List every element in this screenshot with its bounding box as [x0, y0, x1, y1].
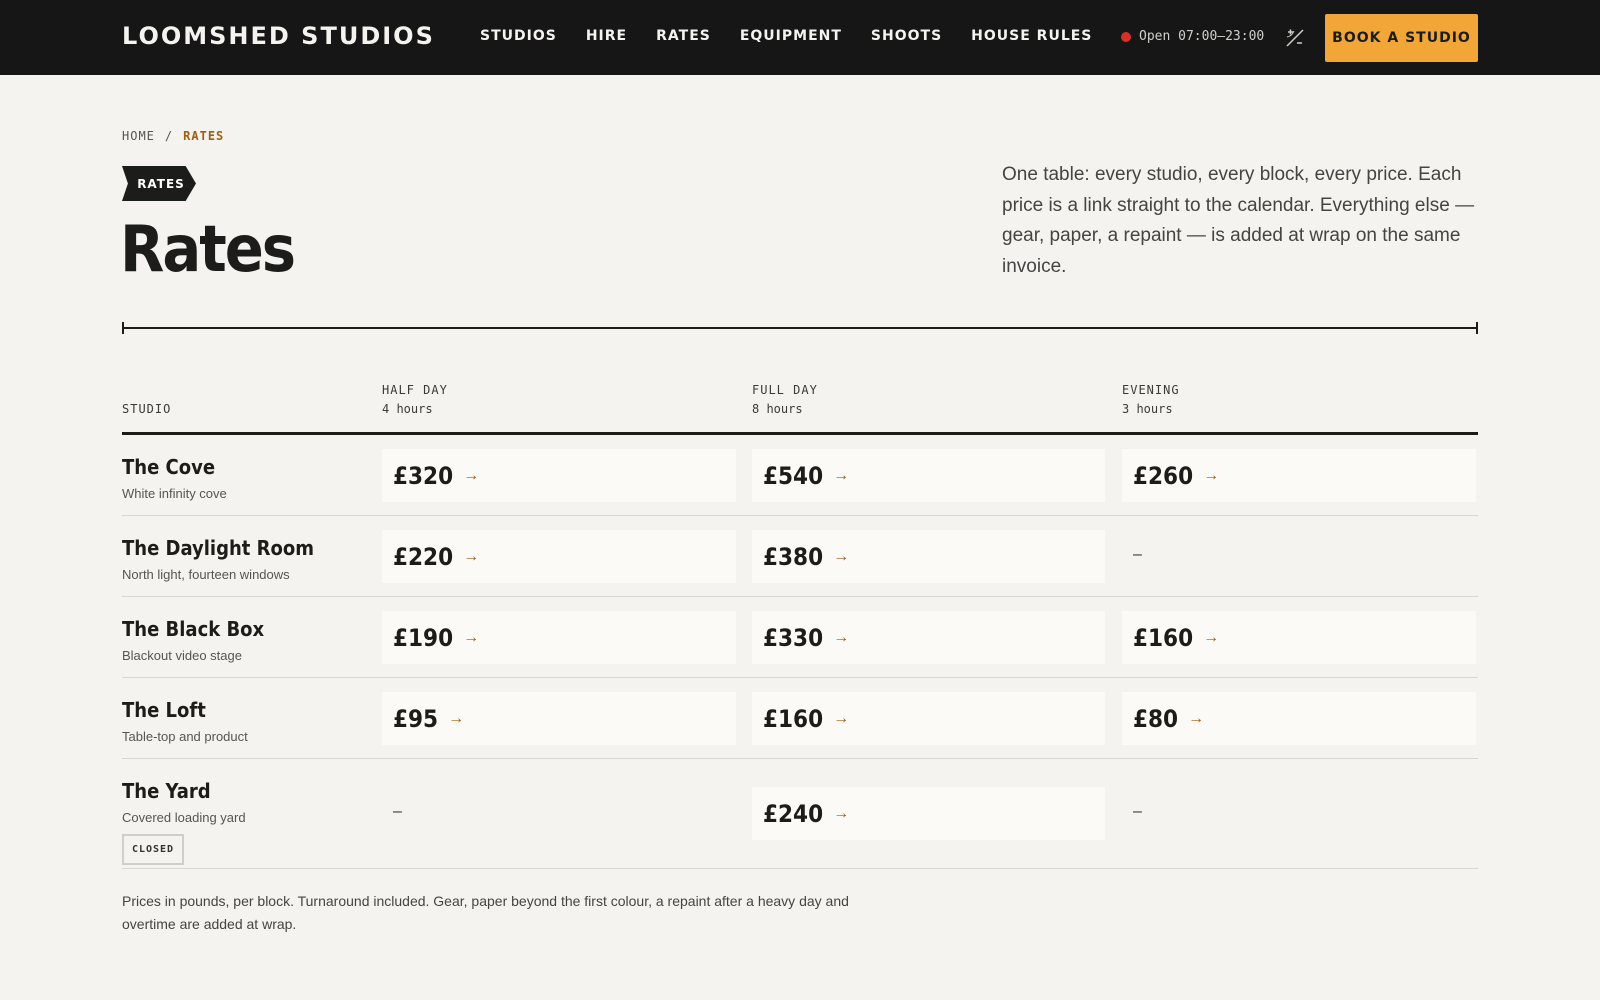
breadcrumb-home[interactable]: HOME: [122, 129, 155, 143]
price-link-evening[interactable]: £260 →: [1122, 449, 1476, 502]
price-unavailable: –: [1133, 803, 1142, 820]
price-link-full-day[interactable]: £540 →: [752, 449, 1105, 502]
page-title: Rates: [120, 213, 296, 287]
arrow-right-icon: →: [463, 628, 480, 646]
arrow-right-icon: →: [463, 547, 480, 565]
book-studio-button[interactable]: BOOK A STUDIO: [1325, 14, 1478, 62]
price-link-half-day[interactable]: £95 →: [382, 692, 736, 745]
closed-badge: CLOSED: [122, 834, 184, 865]
table-row: The Daylight Room North light, fourteen …: [122, 516, 1478, 597]
col-label: EVENING: [1122, 383, 1180, 397]
col-sublabel: 8 hours: [752, 402, 803, 416]
arrow-right-icon: →: [833, 466, 850, 484]
price: £80: [1133, 704, 1179, 733]
breadcrumb-separator: /: [164, 129, 174, 143]
arrow-right-icon: →: [1188, 709, 1205, 727]
price: £190: [393, 623, 454, 652]
table-row: The Loft Table-top and product £95 → £160…: [122, 678, 1478, 759]
price: £220: [393, 542, 454, 571]
studio-name: The Black Box: [122, 617, 265, 641]
table-row: The Cove White infinity cove £320 → £540 →…: [122, 435, 1478, 516]
price-link-evening[interactable]: £80 →: [1122, 692, 1476, 745]
col-header-studio: STUDIO: [122, 400, 171, 419]
arrow-right-icon: →: [833, 709, 850, 727]
col-header-full-day: FULL DAY 8 hours: [752, 381, 818, 419]
nav-shoots[interactable]: SHOOTS: [871, 28, 942, 44]
col-header-evening: EVENING 3 hours: [1122, 381, 1180, 419]
studio-name: The Cove: [122, 455, 216, 479]
col-sublabel: 3 hours: [1122, 402, 1173, 416]
opening-hours: Open 07:00–23:00: [1139, 29, 1265, 44]
price-link-evening[interactable]: £160 →: [1122, 611, 1476, 664]
col-label: FULL DAY: [752, 383, 818, 397]
studio-description: North light, fourteen windows: [122, 567, 290, 582]
intro-text: One table: every studio, every block, ev…: [1002, 164, 1475, 277]
price: £95: [393, 704, 439, 733]
studio-description: Blackout video stage: [122, 648, 242, 663]
opening-status: Open 07:00–23:00: [1121, 29, 1264, 44]
nav-hire[interactable]: HIRE: [586, 28, 627, 44]
nav-rates[interactable]: RATES: [656, 28, 711, 44]
price: £330: [763, 623, 824, 652]
price-link-half-day[interactable]: £220 →: [382, 530, 736, 583]
col-label: STUDIO: [122, 402, 172, 416]
table-row: The Black Box Blackout video stage £190 →…: [122, 597, 1478, 678]
col-header-half-day: HALF DAY 4 hours: [382, 381, 448, 419]
nav-studios[interactable]: STUDIOS: [480, 28, 557, 44]
table-header: STUDIO HALF DAY 4 hours FULL DAY 8 hours…: [122, 383, 1478, 435]
main-nav: STUDIOS HIRE RATES EQUIPMENT SHOOTS HOUS…: [480, 28, 1121, 44]
price-link-full-day[interactable]: £330 →: [752, 611, 1105, 664]
price-link-full-day[interactable]: £240 →: [752, 787, 1105, 840]
col-sublabel: 4 hours: [382, 402, 433, 416]
price: £540: [763, 461, 824, 490]
brand-logo[interactable]: LOOMSHED STUDIOS: [122, 22, 435, 50]
breadcrumb-current: RATES: [183, 129, 225, 143]
studio-name: The Yard: [122, 779, 211, 803]
price: £240: [763, 799, 824, 828]
status-dot-icon: [1121, 31, 1131, 42]
price-unavailable: –: [393, 803, 402, 820]
studio-description: White infinity cove: [122, 486, 227, 501]
nav-equipment[interactable]: EQUIPMENT: [740, 28, 842, 44]
breadcrumb: HOME / RATES: [122, 129, 224, 143]
studio-description: Covered loading yard: [122, 810, 246, 825]
price: £320: [393, 461, 454, 490]
price-link-full-day[interactable]: £160 →: [752, 692, 1105, 745]
arrow-right-icon: →: [1203, 628, 1220, 646]
arrow-right-icon: →: [463, 466, 480, 484]
price: £160: [1133, 623, 1194, 652]
price-link-half-day[interactable]: £320 →: [382, 449, 736, 502]
site-header: LOOMSHED STUDIOS STUDIOS HIRE RATES EQUI…: [0, 0, 1600, 75]
arrow-right-icon: →: [1203, 466, 1220, 484]
studio-description: Table-top and product: [122, 729, 248, 744]
arrow-right-icon: →: [833, 547, 850, 565]
table-row: The Yard Covered loading yard CLOSED – £…: [122, 759, 1478, 869]
studio-name: The Loft: [122, 698, 206, 722]
nav-house-rules[interactable]: HOUSE RULES: [971, 28, 1092, 44]
price-unavailable: –: [1133, 546, 1142, 563]
arrow-right-icon: →: [448, 709, 465, 727]
section-divider: [122, 322, 1478, 334]
section-tag: RATES: [122, 166, 196, 201]
contrast-toggle-icon[interactable]: [1284, 27, 1306, 49]
arrow-right-icon: →: [833, 628, 850, 646]
price-link-half-day[interactable]: £190 →: [382, 611, 736, 664]
studio-name: The Daylight Room: [122, 536, 314, 560]
pricing-footnote: Prices in pounds, per block. Turnaround …: [122, 893, 849, 932]
price: £380: [763, 542, 824, 571]
price-link-full-day[interactable]: £380 →: [752, 530, 1105, 583]
arrow-right-icon: →: [833, 804, 850, 822]
price: £160: [763, 704, 824, 733]
rates-table: STUDIO HALF DAY 4 hours FULL DAY 8 hours…: [122, 383, 1478, 869]
col-label: HALF DAY: [382, 383, 448, 397]
price: £260: [1133, 461, 1194, 490]
